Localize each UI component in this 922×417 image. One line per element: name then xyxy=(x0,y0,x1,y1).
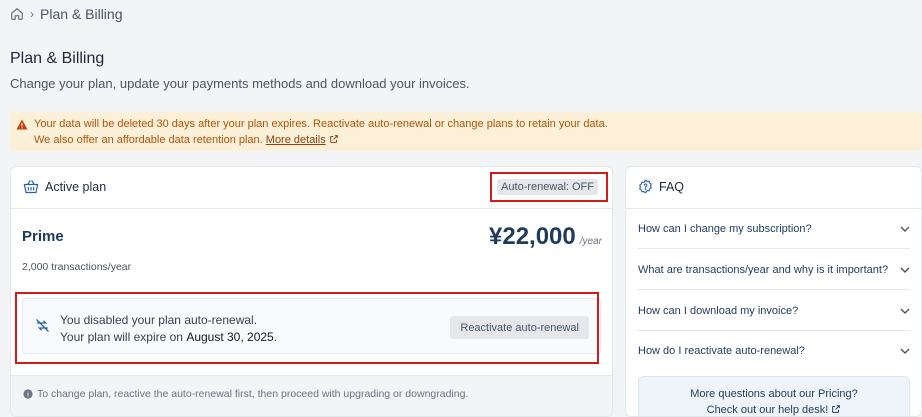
home-icon[interactable] xyxy=(10,7,24,21)
active-plan-footer: To change plan, reactive the auto-renewa… xyxy=(11,375,612,416)
external-link-icon[interactable] xyxy=(831,404,841,414)
faq-title: FAQ xyxy=(659,179,685,194)
chevron-down-icon xyxy=(900,267,910,273)
page-subtitle: Change your plan, update your payments m… xyxy=(10,76,470,91)
chevron-down-icon xyxy=(900,226,910,232)
plan-price-period: /year xyxy=(579,236,602,247)
faq-header: FAQ xyxy=(626,167,921,209)
plan-price-amount: ¥22,000 xyxy=(489,223,576,250)
chevron-down-icon xyxy=(900,348,910,354)
plan-name: Prime xyxy=(22,228,64,245)
plan-transactions: 2,000 transactions/year xyxy=(22,261,132,273)
external-link-icon[interactable] xyxy=(329,134,339,144)
more-details-link[interactable]: More details xyxy=(266,134,326,146)
faq-more-questions-box: More questions about our Pricing? Check … xyxy=(638,376,910,416)
page-title: Plan & Billing xyxy=(10,50,105,67)
warning-icon xyxy=(16,119,28,130)
help-desk-link[interactable]: Check out our help desk! xyxy=(639,402,909,416)
chevron-down-icon xyxy=(900,308,910,314)
data-deletion-alert: Your data will be deleted 30 days after … xyxy=(10,112,922,151)
alert-line-1: Your data will be deleted 30 days after … xyxy=(34,118,608,130)
info-icon xyxy=(23,389,33,399)
active-plan-title: Active plan xyxy=(45,179,107,194)
alert-line-2: We also offer an affordable data retenti… xyxy=(34,133,922,149)
chevron-right-icon: › xyxy=(30,7,34,21)
basket-icon xyxy=(23,179,39,194)
faq-more-question: More questions about our Pricing? xyxy=(690,388,858,400)
faq-item[interactable]: How do I reactivate auto-renewal? xyxy=(638,331,910,371)
breadcrumb-current: Plan & Billing xyxy=(40,6,123,22)
footer-note: To change plan, reactive the auto-renewa… xyxy=(37,388,469,400)
breadcrumb: › Plan & Billing xyxy=(10,5,123,23)
faq-item[interactable]: What are transactions/year and why is it… xyxy=(638,250,910,290)
faq-help-icon xyxy=(638,179,653,194)
highlight-box-notice xyxy=(15,292,599,364)
highlight-box-badge xyxy=(490,172,608,202)
faq-item[interactable]: How can I change my subscription? xyxy=(638,209,910,249)
plan-price: ¥22,000 /year xyxy=(489,223,602,251)
faq-card: FAQ How can I change my subscription? Wh… xyxy=(625,166,922,417)
faq-item[interactable]: How can I download my invoice? xyxy=(638,291,910,331)
